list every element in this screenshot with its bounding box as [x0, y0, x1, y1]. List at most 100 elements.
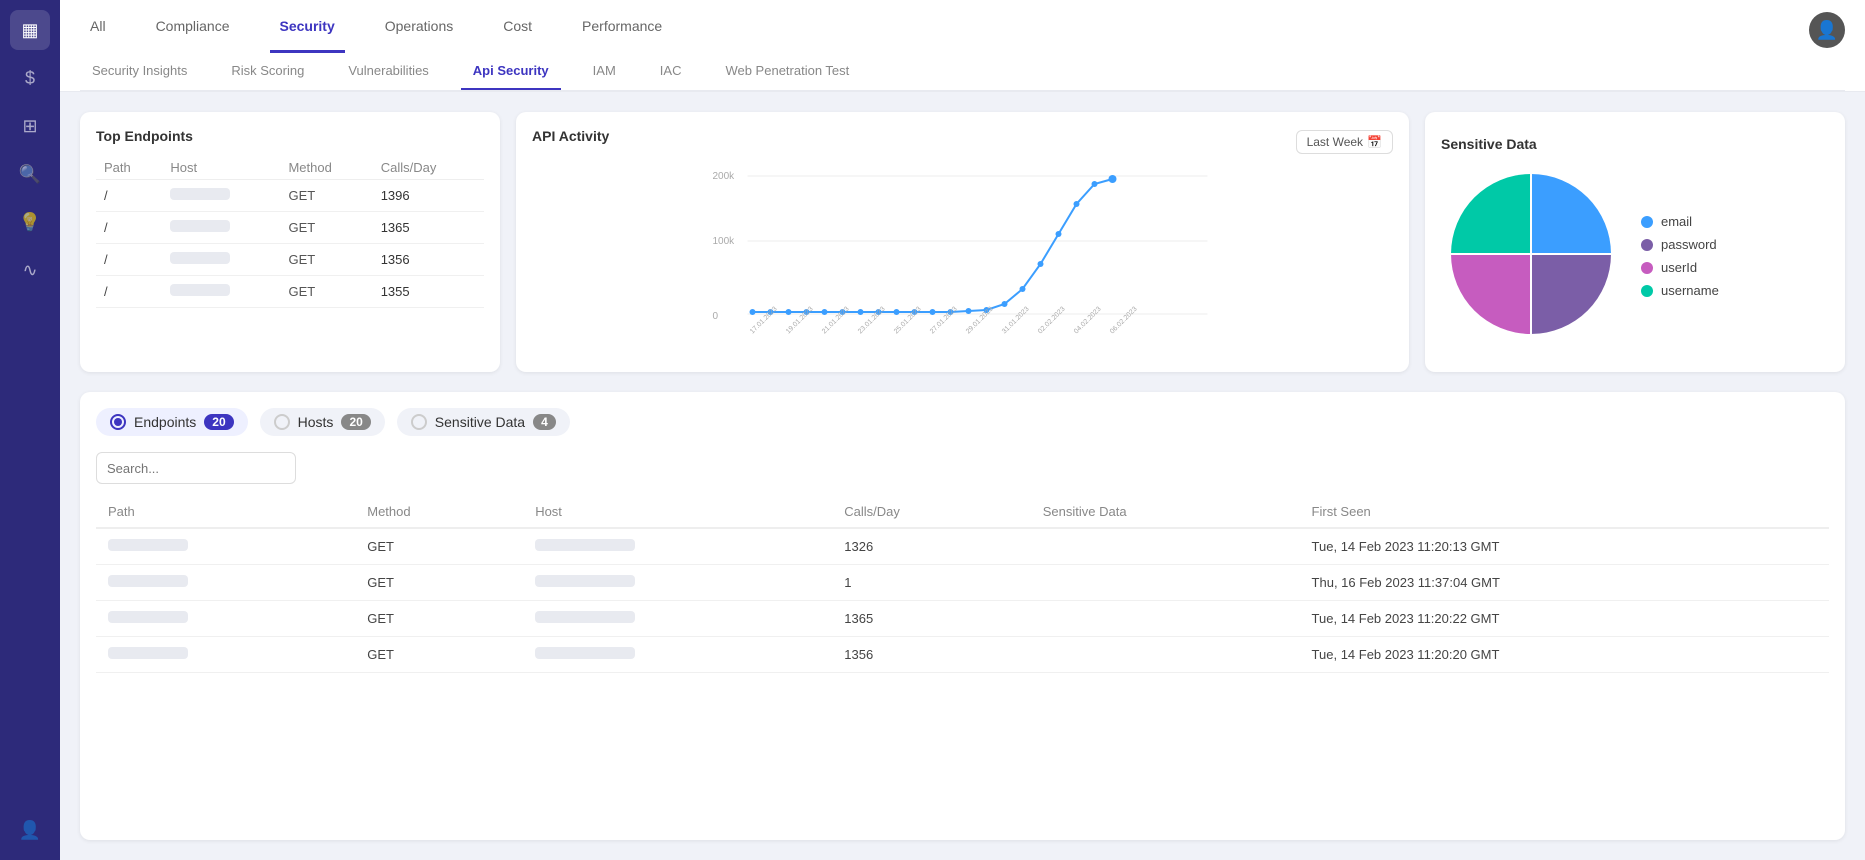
- sensitive-cell: [1031, 528, 1300, 565]
- svg-text:100k: 100k: [713, 236, 736, 247]
- method-cell: GET: [280, 180, 372, 212]
- radio-sensitive-count: 4: [533, 414, 556, 430]
- calls-cell: 1: [832, 565, 1030, 601]
- table-row: GET 1356 Tue, 14 Feb 2023 11:20:20 GMT: [96, 637, 1829, 673]
- table-row: / GET 1356: [96, 244, 484, 276]
- svg-text:06.02.2023: 06.02.2023: [1109, 306, 1139, 336]
- endpoints-table: Path Host Method Calls/Day / GET 1396: [96, 156, 484, 308]
- pie-legend: email password userId: [1641, 214, 1719, 298]
- first-seen-cell: Thu, 16 Feb 2023 11:37:04 GMT: [1300, 565, 1829, 601]
- user-profile-icon[interactable]: 👤: [10, 810, 50, 850]
- tab-vulnerabilities[interactable]: Vulnerabilities: [336, 53, 440, 90]
- radio-hosts-label: Hosts: [298, 414, 334, 430]
- col-first-seen-header: First Seen: [1300, 496, 1829, 528]
- method-cell: GET: [355, 565, 523, 601]
- radio-circle-sensitive: [411, 414, 427, 430]
- tab-compliance[interactable]: Compliance: [146, 0, 240, 53]
- tab-api-security[interactable]: Api Security: [461, 53, 561, 90]
- col-host: Host: [162, 156, 280, 180]
- calls-cell: 1356: [832, 637, 1030, 673]
- radio-sensitive-data[interactable]: Sensitive Data 4: [397, 408, 570, 436]
- tab-operations[interactable]: Operations: [375, 0, 463, 53]
- col-path: Path: [96, 156, 162, 180]
- col-host-header: Host: [523, 496, 832, 528]
- search-input[interactable]: [96, 452, 296, 484]
- userid-dot: [1641, 262, 1653, 274]
- password-label: password: [1661, 237, 1717, 252]
- svg-text:200k: 200k: [713, 171, 736, 182]
- col-path-header: Path: [96, 496, 355, 528]
- first-seen-cell: Tue, 14 Feb 2023 11:20:13 GMT: [1300, 528, 1829, 565]
- tab-performance[interactable]: Performance: [572, 0, 672, 53]
- sensitive-cell: [1031, 637, 1300, 673]
- radio-endpoints[interactable]: Endpoints 20: [96, 408, 248, 436]
- col-method: Method: [280, 156, 372, 180]
- table-row: GET 1326 Tue, 14 Feb 2023 11:20:13 GMT: [96, 528, 1829, 565]
- email-label: email: [1661, 214, 1692, 229]
- method-cell: GET: [280, 244, 372, 276]
- path-cell: [96, 637, 355, 673]
- table-row: / GET 1396: [96, 180, 484, 212]
- host-cell: [162, 276, 280, 308]
- sidebar: ▦ $ ⊞ 🔍 💡 ∿ 👤: [0, 0, 60, 860]
- email-dot: [1641, 216, 1653, 228]
- host-cell: [162, 244, 280, 276]
- legend-email: email: [1641, 214, 1719, 229]
- last-week-button[interactable]: Last Week 📅: [1296, 130, 1393, 154]
- tab-iac[interactable]: IAC: [648, 53, 694, 90]
- radio-endpoints-label: Endpoints: [134, 414, 196, 430]
- legend-userid: userId: [1641, 260, 1719, 275]
- first-seen-cell: Tue, 14 Feb 2023 11:20:22 GMT: [1300, 601, 1829, 637]
- sub-navigation: Security Insights Risk Scoring Vulnerabi…: [80, 53, 1845, 91]
- tab-all[interactable]: All: [80, 0, 116, 53]
- calls-cell: 1396: [373, 180, 484, 212]
- filter-radio-group: Endpoints 20 Hosts 20 Sensitive Data 4: [96, 408, 1829, 436]
- dashboard-icon[interactable]: ▦: [10, 10, 50, 50]
- col-method-header: Method: [355, 496, 523, 528]
- radio-hosts-count: 20: [341, 414, 370, 430]
- path-cell: [96, 565, 355, 601]
- method-cell: GET: [355, 601, 523, 637]
- svg-text:31.01.2023: 31.01.2023: [1001, 306, 1031, 336]
- radio-hosts[interactable]: Hosts 20: [260, 408, 385, 436]
- tab-security[interactable]: Security: [270, 0, 345, 53]
- calls-cell: 1365: [373, 212, 484, 244]
- table-row: / GET 1355: [96, 276, 484, 308]
- tab-iam[interactable]: IAM: [581, 53, 628, 90]
- api-activity-title: API Activity: [532, 128, 609, 144]
- search-icon[interactable]: 🔍: [10, 154, 50, 194]
- password-dot: [1641, 239, 1653, 251]
- table-row: GET 1 Thu, 16 Feb 2023 11:37:04 GMT: [96, 565, 1829, 601]
- svg-text:02.02.2023: 02.02.2023: [1037, 306, 1067, 336]
- radio-circle-endpoints: [110, 414, 126, 430]
- bottom-section: Endpoints 20 Hosts 20 Sensitive Data 4: [80, 392, 1845, 840]
- avatar[interactable]: 👤: [1809, 12, 1845, 48]
- tab-risk-scoring[interactable]: Risk Scoring: [219, 53, 316, 90]
- grid-icon[interactable]: ⊞: [10, 106, 50, 146]
- dollar-icon[interactable]: $: [10, 58, 50, 98]
- tab-cost[interactable]: Cost: [493, 0, 542, 53]
- svg-text:0: 0: [713, 311, 719, 322]
- col-calls: Calls/Day: [373, 156, 484, 180]
- sensitive-cell: [1031, 601, 1300, 637]
- top-cards-row: Top Endpoints Path Host Method Calls/Day…: [80, 112, 1845, 372]
- path-cell: /: [96, 180, 162, 212]
- sensitive-data-title: Sensitive Data: [1441, 136, 1829, 152]
- method-cell: GET: [355, 637, 523, 673]
- tab-security-insights[interactable]: Security Insights: [80, 53, 199, 90]
- api-activity-header: API Activity Last Week 📅: [532, 128, 1393, 156]
- tab-web-penetration-test[interactable]: Web Penetration Test: [713, 53, 861, 90]
- chart-icon[interactable]: ∿: [10, 250, 50, 290]
- api-activity-chart: 200k 100k 0: [532, 164, 1393, 344]
- path-cell: [96, 528, 355, 565]
- top-navigation: All Compliance Security Operations Cost …: [80, 0, 1845, 53]
- col-calls-header: Calls/Day: [832, 496, 1030, 528]
- col-sensitive-header: Sensitive Data: [1031, 496, 1300, 528]
- host-cell: [523, 565, 832, 601]
- userid-label: userId: [1661, 260, 1697, 275]
- host-cell: [523, 601, 832, 637]
- header: 👤 All Compliance Security Operations Cos…: [60, 0, 1865, 92]
- chart-svg: 200k 100k 0: [532, 164, 1393, 344]
- host-cell: [523, 637, 832, 673]
- lightbulb-icon[interactable]: 💡: [10, 202, 50, 242]
